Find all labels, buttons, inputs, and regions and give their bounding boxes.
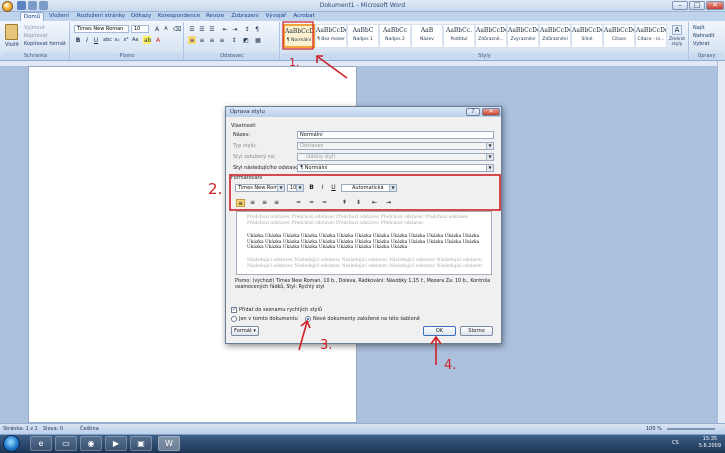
annotation-arrow-1 [317,56,348,79]
annotation-box-formatting [229,174,501,211]
annotation-4: 4. [444,358,457,373]
annotation-3: 3. [320,338,333,353]
annotation-2: 2. [208,180,223,198]
annotation-box-normal-style [282,21,314,50]
annotation-overlay [229,21,501,365]
annotation-1: 1. [289,56,300,69]
annotation-arrow-3 [298,321,308,351]
